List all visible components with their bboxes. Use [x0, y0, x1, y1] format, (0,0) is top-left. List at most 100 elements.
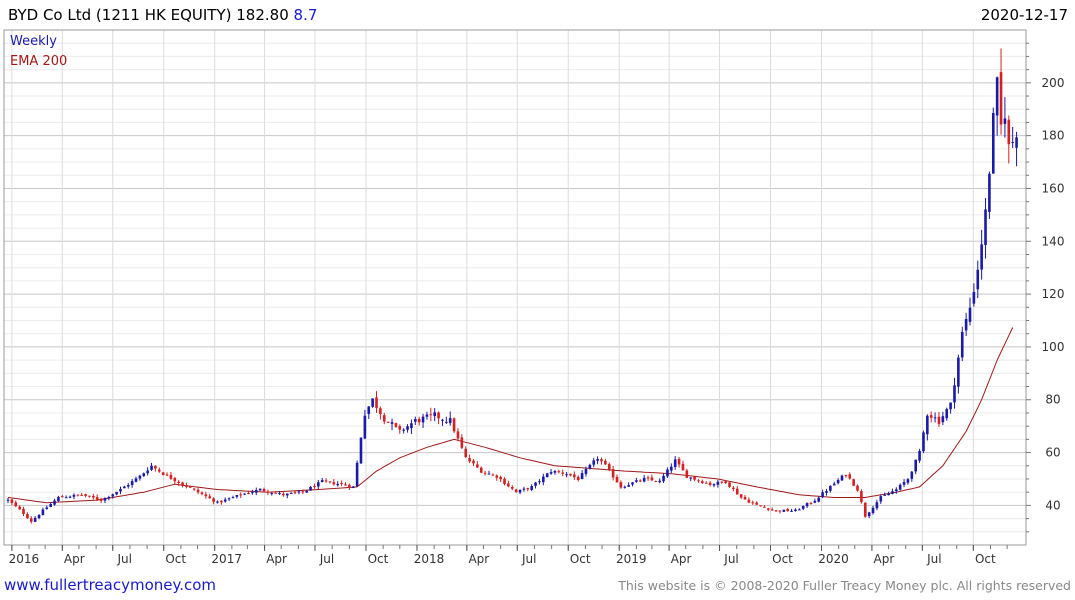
candle-body [848, 474, 852, 479]
candle-body [146, 470, 149, 474]
candle-body [499, 476, 502, 480]
candle-body [414, 419, 417, 422]
candle-body [654, 480, 658, 482]
candle-body [150, 465, 153, 470]
candle-body [953, 385, 956, 403]
candle [371, 398, 374, 408]
candle-body [49, 503, 52, 507]
candle-body [328, 481, 332, 483]
candle-body [929, 415, 933, 418]
candle-body [95, 497, 99, 500]
candle-body [61, 496, 64, 498]
x-tick-label: 2020 [818, 552, 849, 566]
candle-body [681, 463, 685, 471]
candle-body [708, 482, 712, 486]
candle-body [988, 173, 991, 212]
candle-body [274, 492, 277, 494]
candle-body [379, 408, 382, 415]
candle-body [99, 499, 103, 501]
candle-body [410, 423, 413, 429]
candle-body [918, 450, 921, 461]
candle-body [604, 460, 607, 465]
candle-body [251, 492, 254, 494]
candle-body [351, 486, 355, 488]
candle [545, 472, 549, 478]
candle-body [732, 487, 735, 490]
candle-body [37, 514, 41, 519]
candle-body [763, 506, 766, 508]
candle-body [468, 458, 471, 462]
candle-body [386, 421, 390, 423]
candle-body [549, 472, 553, 474]
candle-body [801, 506, 805, 509]
candle-body [914, 459, 917, 472]
candle-body [41, 509, 45, 516]
candle-body [545, 473, 549, 478]
website-link[interactable]: www.fullertreacymoney.com [4, 576, 216, 594]
candle-body [282, 493, 285, 496]
candle-body [57, 496, 60, 501]
copyright-notice: This website is © 2008-2020 Fuller Treac… [617, 578, 1071, 593]
candle-body [670, 466, 673, 471]
y-tick-label: 200 [1042, 76, 1065, 90]
last-price: 182.80 [236, 6, 289, 24]
candle-body [359, 437, 363, 464]
x-tick-label: Apr [266, 552, 287, 566]
candle-body [355, 462, 359, 487]
candle-body [933, 417, 937, 419]
candle-body [863, 502, 867, 517]
chart-date: 2020-12-17 [981, 6, 1068, 24]
candle-body [650, 477, 654, 481]
y-tick-label: 140 [1042, 234, 1065, 248]
candle [452, 417, 456, 434]
candle-body [995, 77, 999, 116]
candle-body [33, 517, 37, 522]
candle-body [336, 483, 340, 486]
candle-body [891, 491, 894, 494]
candle-body [968, 307, 972, 322]
candle-body [510, 487, 514, 489]
candle-body [646, 477, 650, 479]
candle-body [514, 489, 518, 493]
ticker: (1211 HK EQUITY) [96, 6, 232, 24]
candle-body [22, 508, 25, 514]
candle-body [363, 415, 367, 439]
candle [852, 478, 855, 487]
candle-body [18, 506, 21, 510]
candle-body [173, 478, 177, 482]
y-tick-label: 40 [1045, 498, 1060, 512]
candle-body [522, 488, 526, 490]
candle-body [856, 485, 859, 491]
candle [359, 437, 363, 464]
candle-body [895, 489, 898, 492]
candle-body [270, 493, 274, 495]
candle-body [1011, 141, 1014, 143]
candle-body [860, 491, 863, 503]
y-tick-label: 160 [1042, 181, 1065, 195]
y-tick-label: 60 [1045, 446, 1060, 460]
candle-body [584, 468, 588, 474]
candle-body [398, 426, 402, 430]
candle-body [689, 477, 693, 479]
candle-body [394, 423, 398, 427]
x-tick-label: Oct [772, 552, 793, 566]
candle-body [627, 485, 630, 487]
candle-body [421, 416, 425, 423]
candle-body [53, 500, 56, 505]
candle-body [243, 493, 246, 495]
candle-body [301, 491, 305, 493]
candle-body [642, 477, 646, 482]
candle-body [200, 492, 204, 495]
candle-body [464, 448, 468, 457]
candle-body [592, 460, 596, 465]
candle-body [666, 469, 669, 477]
candle-body [289, 492, 293, 494]
candle-body [852, 479, 855, 486]
candle-body [344, 484, 347, 486]
candle-body [553, 471, 557, 473]
candle-body [406, 426, 409, 430]
candle-body [441, 419, 444, 421]
candle [860, 489, 863, 504]
candle-body [84, 494, 87, 496]
candle-body [231, 497, 235, 499]
